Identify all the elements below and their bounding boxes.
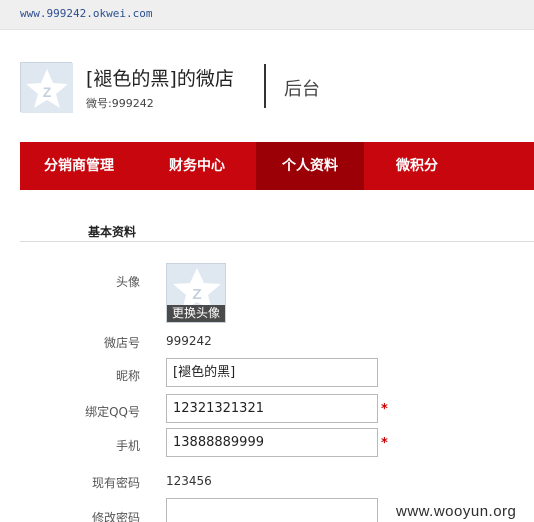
change-password-input[interactable] [166, 498, 378, 522]
store-title: [褪色的黑]的微店 [86, 68, 234, 90]
watermark: www.wooyun.org [396, 503, 517, 520]
phone-label: 手机 [115, 439, 140, 453]
nav-item-finance[interactable]: 财务中心 [138, 142, 256, 190]
nav-item-points[interactable]: 微积分 [364, 142, 470, 190]
qq-label: 绑定QQ号 [85, 405, 140, 419]
store-no-value: 999242 [166, 334, 212, 348]
store-logo: Z [20, 62, 73, 113]
nav-item-distributor[interactable]: 分销商管理 [20, 142, 138, 190]
main-nav: 分销商管理 财务中心 个人资料 微积分 [20, 142, 534, 190]
current-password-value: 123456 [166, 474, 212, 488]
avatar: Z 更换头像 [166, 263, 226, 323]
nav-item-profile[interactable]: 个人资料 [256, 142, 364, 190]
current-password-label: 现有密码 [91, 476, 140, 490]
change-avatar-button[interactable]: 更换头像 [167, 305, 225, 322]
nickname-input[interactable]: [褪色的黑] [166, 358, 378, 387]
store-no-label: 微店号 [103, 336, 140, 350]
required-mark: * [381, 436, 388, 451]
browser-address-bar: www.999242.okwei.com [0, 0, 534, 30]
phone-input[interactable]: 13888889999 [166, 428, 378, 457]
svg-text:Z: Z [192, 286, 201, 303]
section-divider [20, 241, 534, 242]
nickname-label: 昵称 [115, 369, 140, 383]
svg-text:Z: Z [43, 84, 52, 100]
qq-input[interactable]: 12321321321 [166, 394, 378, 423]
backend-label: 后台 [284, 79, 320, 100]
url-text: www.999242.okwei.com [20, 7, 153, 20]
header-divider [264, 64, 266, 108]
change-password-label: 修改密码 [91, 511, 140, 522]
default-avatar-icon: Z [21, 63, 73, 113]
store-id: 微号:999242 [86, 97, 154, 110]
section-title: 基本资料 [88, 225, 137, 239]
required-mark: * [381, 402, 388, 417]
avatar-label: 头像 [115, 275, 140, 289]
